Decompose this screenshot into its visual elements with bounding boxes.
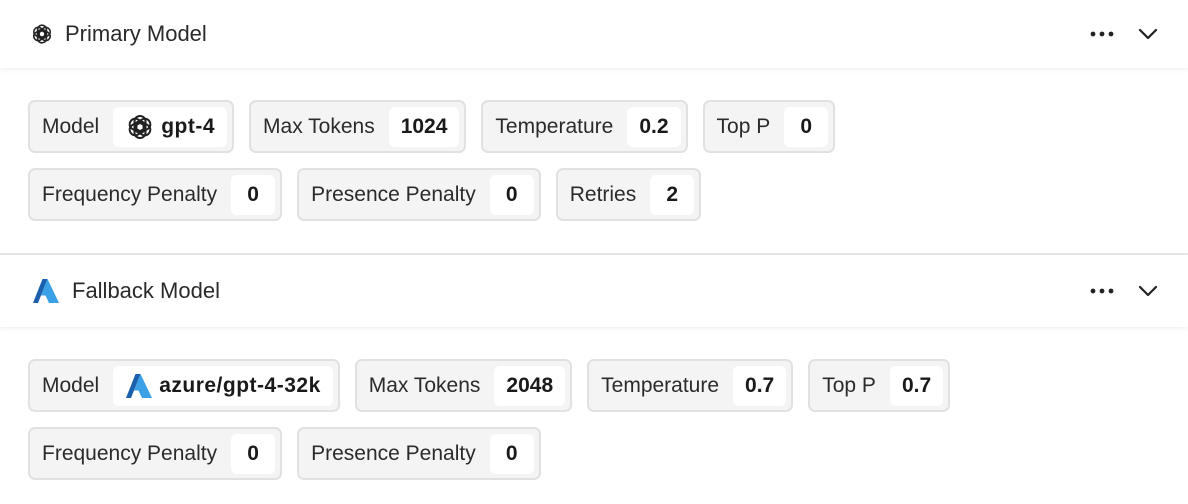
openai-icon xyxy=(128,114,152,139)
model-name: gpt-4 xyxy=(161,114,216,138)
param-label: Top P xyxy=(716,114,771,138)
primary-model-header[interactable]: Primary Model xyxy=(0,0,1188,68)
param-value[interactable]: 0 xyxy=(231,174,276,215)
param-chip-model[interactable]: Model azure/gpt-4-32k xyxy=(28,359,340,412)
fallback-model-header[interactable]: Fallback Model xyxy=(0,255,1188,327)
more-options-icon[interactable] xyxy=(1088,279,1116,303)
param-label: Model xyxy=(42,373,100,397)
param-chip-temperature[interactable]: Temperature 0.2 xyxy=(481,100,688,153)
param-value[interactable]: azure/gpt-4-32k xyxy=(113,365,333,406)
param-chip-temperature[interactable]: Temperature 0.7 xyxy=(587,359,794,412)
param-label: Max Tokens xyxy=(368,373,481,397)
model-name: azure/gpt-4-32k xyxy=(159,373,321,397)
section-title: Primary Model xyxy=(65,21,207,46)
param-chip-presence-penalty[interactable]: Presence Penalty 0 xyxy=(297,168,541,221)
param-chip-top-p[interactable]: Top P 0 xyxy=(702,100,836,153)
param-chip-frequency-penalty[interactable]: Frequency Penalty 0 xyxy=(28,168,283,221)
azure-icon xyxy=(33,279,59,303)
param-value[interactable]: 0.7 xyxy=(733,365,787,406)
param-value[interactable]: 0 xyxy=(489,174,534,215)
param-label: Presence Penalty xyxy=(311,182,476,206)
param-value[interactable]: 0 xyxy=(784,106,829,147)
param-value[interactable]: 0.2 xyxy=(627,106,681,147)
primary-params-row-2: Frequency Penalty 0 Presence Penalty 0 R… xyxy=(28,168,702,221)
param-chip-max-tokens[interactable]: Max Tokens 1024 xyxy=(249,100,467,153)
section-title: Fallback Model xyxy=(72,278,220,303)
chevron-down-icon[interactable] xyxy=(1134,22,1162,46)
param-value[interactable]: 0 xyxy=(489,433,534,474)
param-label: Frequency Penalty xyxy=(42,182,218,206)
primary-params-row-1: Model gpt-4 Max Tokens 1024 Temperature … xyxy=(28,100,836,153)
azure-icon xyxy=(126,373,153,398)
param-label: Model xyxy=(42,114,100,138)
param-chip-model[interactable]: Model gpt-4 xyxy=(28,100,235,153)
param-chip-retries[interactable]: Retries 2 xyxy=(555,168,702,221)
param-chip-frequency-penalty[interactable]: Frequency Penalty 0 xyxy=(28,427,283,480)
param-value[interactable]: gpt-4 xyxy=(113,106,228,147)
param-chip-max-tokens[interactable]: Max Tokens 2048 xyxy=(354,359,573,412)
chevron-down-icon[interactable] xyxy=(1134,279,1162,303)
param-label: Top P xyxy=(822,373,876,397)
param-chip-top-p[interactable]: Top P 0.7 xyxy=(808,359,951,412)
more-options-icon[interactable] xyxy=(1088,22,1116,46)
param-value[interactable]: 0 xyxy=(231,433,276,474)
param-label: Presence Penalty xyxy=(311,441,476,465)
param-label: Retries xyxy=(569,182,637,206)
param-value[interactable]: 1024 xyxy=(388,106,460,147)
param-value[interactable]: 0.7 xyxy=(889,365,944,406)
param-label: Temperature xyxy=(495,114,614,138)
param-value[interactable]: 2048 xyxy=(494,365,566,406)
param-value[interactable]: 2 xyxy=(650,174,695,215)
fallback-model-section: Fallback Model Model azure/gpt-4-32k Max… xyxy=(0,253,1188,504)
fallback-params-row-1: Model azure/gpt-4-32k Max Tokens 2048 Te… xyxy=(28,359,951,412)
param-chip-presence-penalty[interactable]: Presence Penalty 0 xyxy=(297,427,541,480)
param-label: Max Tokens xyxy=(263,114,375,138)
openai-icon xyxy=(32,24,52,44)
param-label: Frequency Penalty xyxy=(42,441,218,465)
param-label: Temperature xyxy=(601,373,720,397)
fallback-params-row-2: Frequency Penalty 0 Presence Penalty 0 xyxy=(28,427,541,480)
primary-model-section: Primary Model Model gpt-4 Max Tokens 102… xyxy=(0,0,1188,253)
